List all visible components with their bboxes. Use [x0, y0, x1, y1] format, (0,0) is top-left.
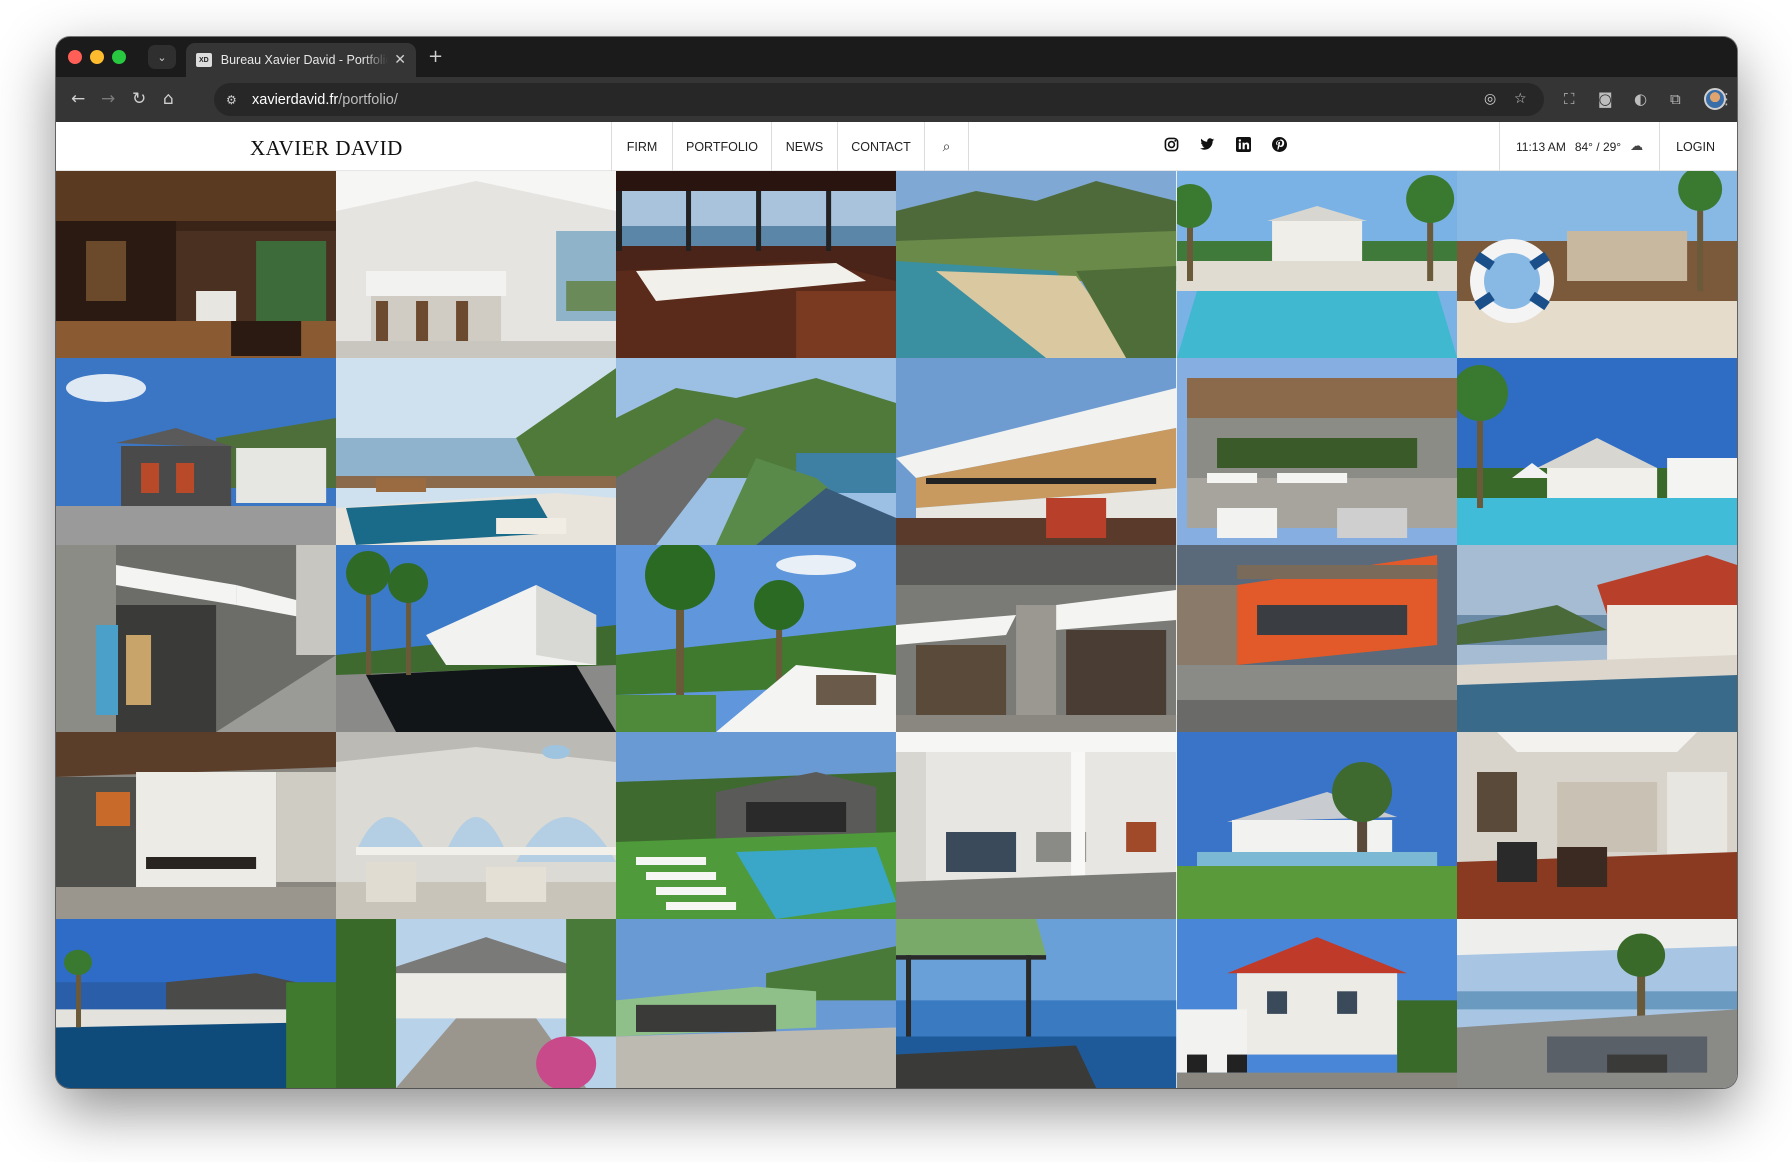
- social-links: [1164, 137, 1287, 152]
- login-link[interactable]: LOGIN: [1660, 122, 1731, 171]
- browser-window: ⌄ XD Bureau Xavier David - Portfolio ✕ +…: [56, 37, 1737, 1088]
- active-tab[interactable]: XD Bureau Xavier David - Portfolio ✕: [186, 43, 416, 77]
- project-tile[interactable]: [56, 919, 337, 1088]
- project-tile[interactable]: [56, 545, 337, 732]
- nav-news[interactable]: NEWS: [772, 122, 838, 171]
- site-search-icon[interactable]: ⌕: [925, 122, 969, 171]
- close-window-button[interactable]: [68, 50, 82, 64]
- project-tile[interactable]: [616, 732, 897, 919]
- tab-close-icon[interactable]: ✕: [394, 52, 406, 68]
- project-tile[interactable]: [336, 171, 617, 358]
- weather-widget: 11:13 AM 84° / 29° ☁: [1500, 122, 1661, 171]
- bookmark-star-icon[interactable]: ☆: [1514, 91, 1527, 107]
- project-tile[interactable]: [616, 545, 897, 732]
- nav-firm[interactable]: FIRM: [612, 122, 673, 171]
- pinterest-icon[interactable]: [1272, 137, 1287, 152]
- project-tile[interactable]: [56, 171, 337, 358]
- project-tile[interactable]: [56, 732, 337, 919]
- project-tile[interactable]: [1456, 919, 1737, 1088]
- maximize-window-button[interactable]: [112, 50, 126, 64]
- url-path: /portfolio/: [338, 91, 398, 108]
- back-button[interactable]: ←: [71, 88, 85, 110]
- new-tab-button[interactable]: +: [428, 46, 443, 67]
- screenshot-icon[interactable]: ⛶: [1564, 90, 1575, 108]
- website-viewport: XAVIER DAVID FIRM PORTFOLIO NEWS CONTACT…: [56, 122, 1737, 1088]
- project-tile[interactable]: [616, 919, 897, 1088]
- theme-icon[interactable]: ◐: [1634, 90, 1647, 108]
- favicon-icon: XD: [196, 53, 212, 67]
- nav-portfolio[interactable]: PORTFOLIO: [673, 122, 772, 171]
- project-tile[interactable]: [1456, 171, 1737, 358]
- project-tile[interactable]: [896, 545, 1177, 732]
- site-header: XAVIER DAVID FIRM PORTFOLIO NEWS CONTACT…: [56, 122, 1737, 171]
- project-tile[interactable]: [1456, 545, 1737, 732]
- camera-icon[interactable]: ◙: [1598, 90, 1613, 108]
- eye-off-icon[interactable]: ◎: [1484, 91, 1496, 107]
- project-tile[interactable]: [1456, 732, 1737, 919]
- reload-button[interactable]: ↻: [132, 88, 146, 110]
- tab-search-button[interactable]: ⌄: [148, 45, 176, 69]
- project-tile[interactable]: [896, 732, 1177, 919]
- home-button[interactable]: ⌂: [163, 88, 174, 110]
- project-tile[interactable]: [336, 545, 617, 732]
- browser-toolbar: ← → ↻ ⌂ ⚙ xavierdavid.fr/portfolio/ ◎ ☆ …: [56, 77, 1737, 122]
- main-nav: FIRM PORTFOLIO NEWS CONTACT ⌕: [611, 122, 969, 171]
- minimize-window-button[interactable]: [90, 50, 104, 64]
- instagram-icon[interactable]: [1164, 137, 1179, 152]
- temperature: 84° / 29°: [1574, 139, 1622, 154]
- linkedin-icon[interactable]: [1236, 137, 1251, 152]
- project-tile[interactable]: [896, 919, 1177, 1088]
- local-time: 11:13 AM: [1516, 139, 1566, 154]
- portfolio-grid: [56, 171, 1737, 1088]
- project-tile[interactable]: [1176, 358, 1457, 545]
- nav-contact[interactable]: CONTACT: [838, 122, 925, 171]
- weather-cloud-icon: ☁: [1630, 139, 1644, 154]
- project-tile[interactable]: [336, 358, 617, 545]
- tab-title: Bureau Xavier David - Portfolio: [220, 53, 389, 67]
- project-tile[interactable]: [56, 358, 337, 545]
- project-tile[interactable]: [1176, 171, 1457, 358]
- site-logo[interactable]: XAVIER DAVID: [250, 136, 403, 161]
- header-utilities: 11:13 AM 84° / 29° ☁ LOGIN: [1499, 122, 1731, 171]
- url-host: xavierdavid.fr: [252, 91, 339, 108]
- project-tile[interactable]: [336, 732, 617, 919]
- project-tile[interactable]: [616, 358, 897, 545]
- tab-strip: ⌄ XD Bureau Xavier David - Portfolio ✕ +: [56, 37, 1737, 77]
- site-info-icon[interactable]: ⚙: [226, 93, 242, 107]
- project-tile[interactable]: [616, 171, 897, 358]
- project-tile[interactable]: [336, 919, 617, 1088]
- url-text[interactable]: xavierdavid.fr/portfolio/: [252, 92, 398, 108]
- project-tile[interactable]: [896, 171, 1177, 358]
- project-tile[interactable]: [1176, 919, 1457, 1088]
- twitter-icon[interactable]: [1200, 137, 1215, 152]
- project-tile[interactable]: [1176, 545, 1457, 732]
- browser-menu-icon[interactable]: ⋮: [1719, 90, 1734, 108]
- address-bar[interactable]: ⚙ xavierdavid.fr/portfolio/ ◎ ☆: [214, 83, 1544, 116]
- project-tile[interactable]: [1456, 358, 1737, 545]
- project-tile[interactable]: [1176, 732, 1457, 919]
- extensions-icon[interactable]: ⧉: [1670, 90, 1681, 108]
- forward-button[interactable]: →: [101, 88, 115, 110]
- project-tile[interactable]: [896, 358, 1177, 545]
